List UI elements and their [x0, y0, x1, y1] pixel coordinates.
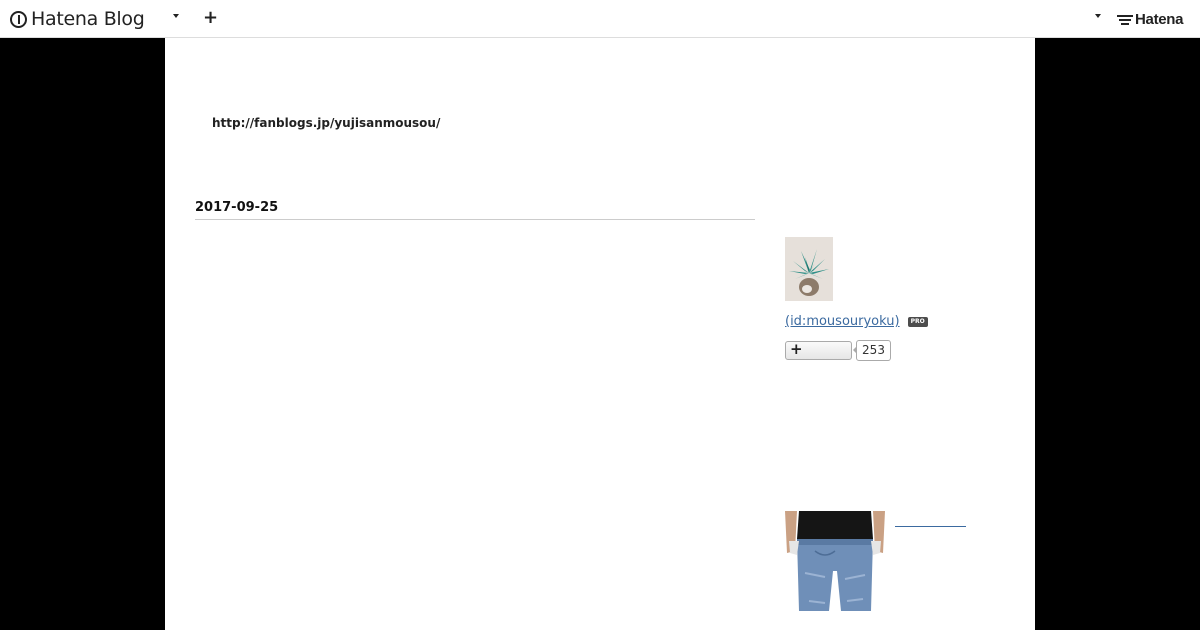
empty-pockets-image [785, 511, 885, 611]
user-menu-chevron-down-icon[interactable] [1095, 14, 1101, 18]
author-line: (id:mousouryoku) PRO [785, 314, 928, 329]
blog-menu-chevron-down-icon[interactable] [173, 14, 179, 18]
pro-badge: PRO [907, 316, 928, 327]
blog-url-link[interactable]: http://fanblogs.jp/yujisanmousou/ [212, 116, 440, 130]
avatar-plant-image [785, 237, 833, 301]
entry-thumbnail[interactable] [785, 511, 885, 611]
subscribe-plus-icon: + [790, 340, 803, 358]
global-header: Hatena Blog + Hatena [0, 0, 1200, 38]
author-avatar[interactable] [785, 237, 833, 301]
related-entry-link[interactable] [895, 526, 966, 527]
subscriber-count[interactable]: 253 [853, 340, 891, 361]
entry-date-header[interactable]: 2017-09-25 [195, 200, 755, 220]
hatena-logo-icon [1117, 14, 1133, 25]
hatena-blog-logo-icon [10, 10, 27, 28]
add-entry-plus-icon[interactable]: + [203, 7, 218, 29]
hatena-logo[interactable]: Hatena [1117, 9, 1184, 29]
hatena-blog-logo[interactable]: Hatena Blog [10, 8, 145, 30]
hatena-blog-logo-text: Hatena Blog [31, 8, 145, 30]
author-id-link[interactable]: (id:mousouryoku) [785, 314, 900, 329]
subscribe-button[interactable]: + [785, 340, 852, 360]
hatena-logo-text: Hatena [1135, 10, 1184, 28]
blog-container: http://fanblogs.jp/yujisanmousou/ 2017-0… [165, 38, 1035, 630]
